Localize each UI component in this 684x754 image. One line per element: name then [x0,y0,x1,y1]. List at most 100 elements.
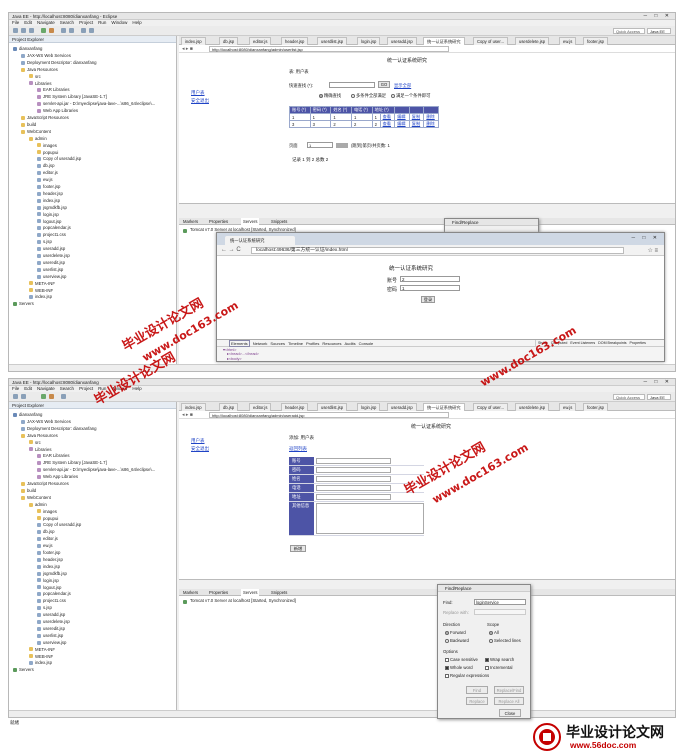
menu-run[interactable]: Run [98,20,106,25]
editor-tab[interactable]: login.jsp [357,37,381,45]
checkbox-whole-word[interactable]: Whole word [445,665,473,670]
radio-all-conditions[interactable]: 多条件全部满足 [351,93,386,99]
other-info-textarea[interactable] [316,503,424,534]
chrome-omnibox[interactable]: localhost:49636/第三方统一认证/index.html [251,247,624,254]
checkbox-case-sensitive[interactable]: Case sensitive [445,657,478,662]
checkbox-wrap-search[interactable]: Wrap search [485,657,514,662]
perspective-java-ee[interactable]: Java EE [647,28,671,34]
row-action-link[interactable]: 删除 [423,120,439,128]
find-input[interactable]: loginService [474,599,526,605]
perspective-java-ee-2[interactable]: Java EE [647,394,671,400]
search-icon[interactable] [61,28,66,33]
debug-icon[interactable] [49,394,54,399]
column-header[interactable] [423,106,439,114]
link-user-table-2[interactable]: 用户表 [191,438,205,444]
editor-tab[interactable]: Copy of user... [473,403,508,411]
replace-input[interactable] [474,609,526,615]
go-button[interactable]: GO [378,81,390,88]
window-controls[interactable]: ─ □ ✕ [643,13,672,20]
row-action-link[interactable]: 复制 [408,120,425,128]
forward-icon[interactable] [89,28,94,33]
column-header[interactable]: 账号 (*) [289,106,311,114]
radio-forward[interactable]: Forward [445,630,466,635]
menu-edit[interactable]: Edit [24,20,32,25]
menu-help[interactable]: Help [132,20,141,25]
form-field-input[interactable] [316,485,391,491]
column-header[interactable]: 姓名 (*) [330,106,352,114]
radio-selected-lines[interactable]: Selected lines [489,638,521,643]
replace-all-button[interactable]: Replace All [494,697,524,705]
save-icon[interactable] [21,28,26,33]
tab-servers-2[interactable]: Servers [241,589,260,596]
editor-tab[interactable]: useradd.jsp [387,37,417,45]
devtools-tab[interactable]: Audits [344,341,355,346]
radio-exact[interactable]: 精确查找 [319,93,341,99]
radio-backward[interactable]: Backward [445,638,469,643]
tab-properties-2[interactable]: Properties [209,589,228,596]
menu-project[interactable]: Project [79,20,93,25]
editor-tab[interactable]: header.jsp [281,403,309,411]
column-header[interactable] [394,106,410,114]
form-field-input[interactable] [316,467,391,473]
editor-tab[interactable]: login.jsp [357,403,381,411]
tab-properties[interactable]: Properties [209,218,228,225]
chrome-tab[interactable]: 统一认证系统研究 [225,236,295,245]
new-icon[interactable] [13,28,18,33]
chrome-nav-icon[interactable]: ← → C [221,247,241,253]
editor-tab[interactable]: footer.jsp [583,37,608,45]
page-number-input[interactable]: 1 [307,142,333,148]
menu-file[interactable]: File [12,20,19,25]
tab-snippets-2[interactable]: Snippets [271,589,287,596]
quick-access-input-2[interactable]: Quick Access [613,394,645,400]
editor-tab[interactable]: userdlist.jsp [317,37,348,45]
debug-icon[interactable] [49,28,54,33]
editor-tab[interactable]: ew.js [559,403,577,411]
login-button[interactable]: 登录 [421,296,435,303]
link-logout-2[interactable]: 安全退出 [191,446,209,452]
add-button[interactable]: 新增 [290,545,306,552]
editor-tab[interactable]: useradd.jsp [387,403,417,411]
chrome-menu-icon[interactable]: ☆ ≡ [647,247,658,254]
save-icon[interactable] [21,394,26,399]
chrome-window-controls[interactable]: ─ □ ✕ [631,235,660,241]
column-header[interactable]: 密码 (*) [309,106,332,114]
editor-tab[interactable]: userdlist.jsp [317,403,348,411]
devtools-tab[interactable]: Network [253,341,268,346]
row-action-link[interactable]: 查看 [379,113,396,121]
back-icon[interactable] [81,28,86,33]
account-input[interactable]: 2 [400,276,460,282]
menu-window[interactable]: Window [111,20,127,25]
editor-tab[interactable]: 统一认证系统研究 [423,37,465,45]
checkbox-regex[interactable]: Regular expressions [445,673,489,678]
password-input[interactable]: 1 [400,285,460,291]
editor-tab[interactable]: index.jsp [181,37,206,45]
print-icon[interactable] [29,28,34,33]
editor-tab[interactable]: db.jsp [219,403,239,411]
quick-access-input[interactable]: Quick Access [613,28,645,34]
nav-arrows-icon[interactable]: ◂ ▸ ■ [182,46,193,52]
tree-item[interactable]: Servers [13,300,34,307]
dom-tree-node[interactable]: ▸<body> [223,357,259,361]
editor-tab[interactable]: footer.jsp [583,403,608,411]
row-action-link[interactable]: 编辑 [394,120,410,128]
column-header[interactable]: 电话 (*) [350,106,373,114]
row-action-link[interactable]: 删除 [423,113,439,121]
menu-navigate-2[interactable]: Navigate [37,386,55,391]
show-all-link[interactable]: 显示全部 [394,83,411,89]
open-type-icon[interactable] [69,28,74,33]
find-button[interactable]: Find [466,686,488,694]
tab-markers-2[interactable]: Markers [183,589,198,596]
replace-button[interactable]: Replace [466,697,488,705]
devtools-tab[interactable]: Sources [270,341,285,346]
menu-search-2[interactable]: Search [60,386,74,391]
form-field-input[interactable] [316,494,391,500]
link-user-table[interactable]: 用户表 [191,90,205,96]
editor-tab[interactable]: 统一认证系统研究 [423,403,465,411]
editor-tab[interactable]: header.jsp [281,37,309,45]
menu-navigate[interactable]: Navigate [37,20,55,25]
back-to-list-link[interactable]: 返回列表 [289,446,307,452]
pager-slider[interactable] [336,143,348,148]
tab-snippets[interactable]: Snippets [271,218,287,225]
server-entry-2[interactable]: Tomcat v7.0 Server at localhost [Started… [183,598,296,604]
devtools-tab[interactable]: Console [359,341,374,346]
